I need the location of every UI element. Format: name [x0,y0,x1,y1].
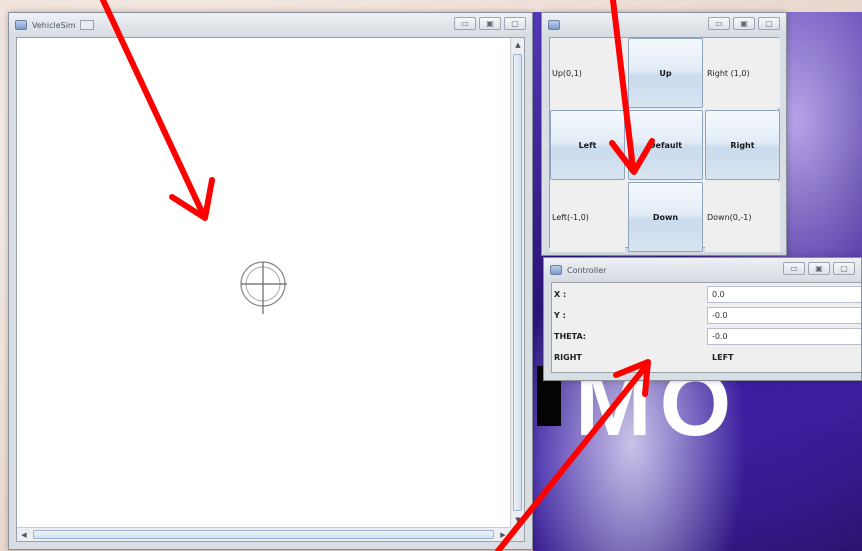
right-wheel-label: RIGHT [554,352,582,362]
controller-title: Controller [567,265,607,275]
controller-window[interactable]: Controller ▭ ▣ ▢ X : 0.0 Y : -0.0 THETA:… [543,257,862,381]
maximize-button[interactable]: ▣ [479,17,501,30]
left-button[interactable]: Left [550,110,625,180]
right-button[interactable]: Right [705,110,780,180]
direction-pad-titlebar[interactable]: ▭ ▣ ▢ [542,13,786,37]
scroll-down-icon[interactable]: ▼ [511,513,525,527]
maximize-button[interactable]: ▣ [733,17,755,30]
close-button[interactable]: ▢ [758,17,780,30]
scroll-left-icon[interactable]: ◀ [17,528,31,542]
minimize-button[interactable]: ▭ [708,17,730,30]
scroll-right-icon[interactable]: ▶ [496,528,510,542]
theta-row: THETA: -0.0 [552,327,861,345]
close-button[interactable]: ▢ [833,262,855,275]
scroll-corner [510,527,524,541]
controller-panel: X : 0.0 Y : -0.0 THETA: -0.0 RIGHT LEFT [551,282,861,373]
horizontal-scroll-thumb[interactable] [33,530,494,539]
vehiclesim-titlebar[interactable]: VehicleSim ▭ ▣ ▢ [9,13,532,37]
scroll-up-icon[interactable]: ▲ [511,38,525,52]
minimize-button[interactable]: ▭ [454,17,476,30]
default-button[interactable]: Default [628,110,703,180]
java-app-icon [550,265,562,275]
vertical-scrollbar[interactable]: ▲ ▼ [510,38,524,527]
theta-value-field[interactable]: -0.0 [707,327,861,345]
maximize-button[interactable]: ▣ [808,262,830,275]
vehiclesim-title: VehicleSim [32,20,76,30]
down-right-label: Down(0,-1) [705,182,780,252]
left-wheel-label: LEFT [712,352,734,362]
up-left-label: Up(0,1) [550,38,625,108]
vehicle-drawing [240,261,287,314]
vehiclesim-window[interactable]: VehicleSim ▭ ▣ ▢ ▲ ▼ ◀ ▶ [8,12,533,550]
title-tab-icon [79,20,94,30]
up-right-label: Right (1,0) [705,38,780,108]
y-row: Y : -0.0 [552,306,861,324]
java-app-icon [15,20,27,30]
theta-label: THETA: [554,331,586,341]
controller-titlebar[interactable]: Controller ▭ ▣ ▢ [544,258,861,282]
direction-pad-grid: Up(0,1) Up Right (1,0) Left Default Righ… [549,37,780,252]
vehicle-icon [240,261,287,314]
minimize-button[interactable]: ▭ [783,262,805,275]
up-button[interactable]: Up [628,38,703,108]
x-row: X : 0.0 [552,285,861,303]
close-button[interactable]: ▢ [504,17,526,30]
x-value-field[interactable]: 0.0 [707,285,861,303]
horizontal-scrollbar[interactable]: ◀ ▶ [17,527,510,541]
java-app-icon [548,20,560,30]
y-value-field[interactable]: -0.0 [707,306,861,324]
x-label: X : [554,289,567,299]
simulation-canvas[interactable] [17,38,510,527]
vertical-scroll-thumb[interactable] [513,54,522,511]
direction-pad-window[interactable]: ▭ ▣ ▢ Up(0,1) Up Right (1,0) Left Defaul… [541,12,787,256]
wheel-row: RIGHT LEFT [552,348,861,366]
down-button[interactable]: Down [628,182,703,252]
y-label: Y : [554,310,566,320]
down-left-label: Left(-1,0) [550,182,625,252]
vehiclesim-client: ▲ ▼ ◀ ▶ [16,37,525,542]
